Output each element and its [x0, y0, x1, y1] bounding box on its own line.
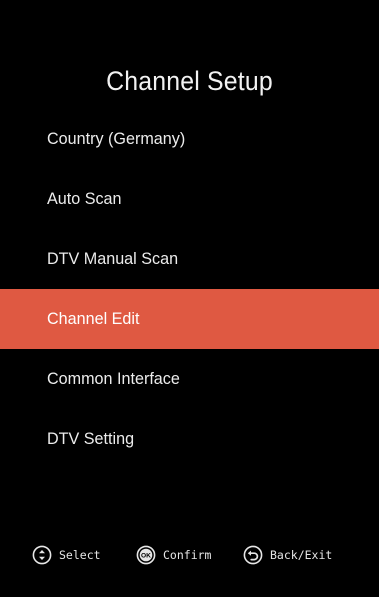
menu-item-dtv-setting[interactable]: DTV Setting — [0, 409, 379, 469]
tv-screen: Channel Setup Country (Germany) Auto Sca… — [0, 0, 379, 597]
key-hints-bar: Select OK Confirm Back/Exit — [0, 541, 379, 569]
menu-item-label: DTV Manual Scan — [47, 249, 179, 268]
ok-icon: OK — [136, 545, 156, 565]
back-hint-label: Back/Exit — [270, 548, 333, 562]
confirm-hint: OK Confirm — [136, 541, 211, 569]
select-hint: Select — [32, 541, 101, 569]
ok-icon-text: OK — [141, 552, 151, 559]
up-down-icon — [32, 545, 52, 565]
back-hint: Back/Exit — [243, 541, 332, 569]
page-title: Channel Setup — [106, 66, 273, 96]
menu-item-common-interface[interactable]: Common Interface — [0, 349, 379, 409]
channel-setup-menu: Country (Germany) Auto Scan DTV Manual S… — [0, 109, 379, 469]
menu-item-label: DTV Setting — [47, 429, 135, 448]
menu-item-dtv-manual-scan[interactable]: DTV Manual Scan — [0, 229, 379, 289]
menu-item-channel-edit[interactable]: Channel Edit — [0, 289, 379, 349]
menu-item-label: Common Interface — [47, 369, 180, 388]
menu-item-label: Auto Scan — [47, 189, 122, 208]
menu-item-label: Country (Germany) — [47, 129, 186, 148]
select-hint-label: Select — [59, 548, 101, 562]
menu-item-label: Channel Edit — [47, 309, 140, 328]
menu-item-country[interactable]: Country (Germany) — [0, 109, 379, 169]
confirm-hint-label: Confirm — [163, 548, 212, 562]
back-icon — [243, 545, 263, 565]
menu-item-auto-scan[interactable]: Auto Scan — [0, 169, 379, 229]
